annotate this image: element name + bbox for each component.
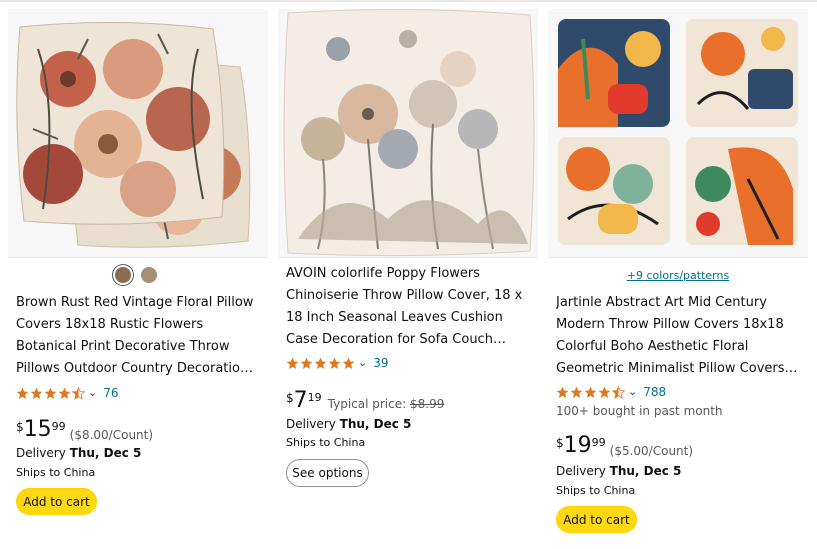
- pillow-abstract-image: [558, 19, 798, 245]
- star-full-icon: [584, 386, 597, 398]
- ships-to: Ships to China: [556, 484, 636, 497]
- bought-past-month: 100+ bought in past month: [556, 404, 723, 418]
- star-rating[interactable]: ⌄ 788: [556, 384, 666, 400]
- star-full-icon: [44, 387, 57, 399]
- price[interactable]: $ 15 99 ($8.00/Count): [16, 417, 154, 443]
- unit-price: ($5.00/Count): [609, 444, 694, 458]
- product-card-1: Brown Rust Red Vintage Floral Pillow Cov…: [8, 9, 268, 549]
- title-line: Brown Rust Red Vintage Floral Pillow: [16, 295, 254, 310]
- see-options-button[interactable]: See options: [286, 459, 369, 487]
- typical-price: Typical price: $8.99: [328, 397, 445, 411]
- more-colors-link[interactable]: +9 colors/patterns: [548, 269, 808, 282]
- star-full-icon: [570, 386, 583, 398]
- star-full-icon: [58, 387, 71, 399]
- price-whole: 15: [23, 417, 52, 442]
- color-swatch-selected[interactable]: [115, 267, 131, 283]
- title-line: Case Decoration for Sofa Couch…: [286, 332, 506, 347]
- add-to-cart-button[interactable]: Add to cart: [16, 488, 97, 515]
- unit-price: ($8.00/Count): [69, 428, 154, 442]
- product-card-2: AVOIN colorlife Poppy Flowers Chinoiseri…: [278, 9, 538, 549]
- title-line: Chinoiserie Throw Pillow Cover, 18 x: [286, 288, 523, 303]
- price-fraction: 99: [591, 436, 606, 449]
- star-full-icon: [286, 357, 299, 369]
- color-swatch[interactable]: [141, 267, 157, 283]
- title-line: Modern Throw Pillow Covers 18x18: [556, 317, 784, 332]
- product-title[interactable]: AVOIN colorlife Poppy Flowers Chinoiseri…: [286, 263, 533, 351]
- delivery-label: Delivery: [16, 446, 66, 460]
- delivery-label: Delivery: [286, 417, 336, 431]
- product-title[interactable]: Brown Rust Red Vintage Floral Pillow Cov…: [16, 292, 263, 380]
- price-symbol: $: [556, 436, 564, 450]
- product-card-3: +9 colors/patterns Jartinle Abstract Art…: [548, 9, 808, 549]
- add-to-cart-button[interactable]: Add to cart: [556, 506, 637, 533]
- star-full-icon: [300, 357, 313, 369]
- star-rating[interactable]: ⌄ 76: [16, 385, 119, 401]
- product-title[interactable]: Jartinle Abstract Art Mid Century Modern…: [556, 292, 803, 380]
- price-symbol: $: [286, 391, 294, 405]
- card-divider: [8, 257, 268, 258]
- ships-to: Ships to China: [16, 466, 96, 479]
- star-half-icon: [612, 385, 625, 399]
- price-fraction: 19: [307, 391, 322, 404]
- delivery-date: Thu, Dec 5: [69, 446, 142, 460]
- star-full-icon: [328, 357, 341, 369]
- typical-price-value: $8.99: [410, 397, 445, 411]
- delivery-date: Thu, Dec 5: [609, 464, 682, 478]
- chevron-down-icon: ⌄: [628, 384, 638, 398]
- card-divider: [548, 257, 808, 258]
- star-full-icon: [314, 357, 327, 369]
- star-full-icon: [16, 387, 29, 399]
- rating-count-link[interactable]: 39: [373, 356, 388, 370]
- title-line: Jartinle Abstract Art Mid Century: [556, 295, 767, 310]
- product-image[interactable]: [278, 9, 538, 257]
- star-rating[interactable]: ⌄ 39: [286, 355, 389, 371]
- title-line: Colorful Boho Aesthetic Floral: [556, 339, 749, 354]
- price[interactable]: $ 7 19 Typical price: $8.99: [286, 389, 444, 413]
- price-fraction: 99: [51, 420, 66, 433]
- delivery-label: Delivery: [556, 464, 606, 478]
- title-line: 18 Inch Seasonal Leaves Cushion: [286, 310, 503, 325]
- title-line: AVOIN colorlife Poppy Flowers: [286, 266, 481, 281]
- pillow-floral-image: [16, 21, 251, 248]
- product-image[interactable]: [548, 9, 808, 257]
- title-line: Covers 18x18 Rustic Flowers: [16, 317, 204, 332]
- delivery-info: Delivery Thu, Dec 5: [556, 464, 681, 478]
- star-full-icon: [598, 386, 611, 398]
- delivery-date: Thu, Dec 5: [339, 417, 412, 431]
- typical-price-label: Typical price:: [327, 397, 407, 411]
- delivery-info: Delivery Thu, Dec 5: [16, 446, 141, 460]
- delivery-info: Delivery Thu, Dec 5: [286, 417, 411, 431]
- pillow-poppy-image: [283, 9, 535, 257]
- price-symbol: $: [16, 420, 24, 434]
- rating-count-link[interactable]: 788: [643, 385, 666, 399]
- title-line: Pillows Outdoor Country Decoratio…: [16, 361, 253, 376]
- price-whole: 19: [563, 433, 592, 458]
- title-line: Geometric Minimalist Pillow Covers…: [556, 361, 798, 376]
- chevron-down-icon: ⌄: [358, 355, 368, 369]
- card-divider: [278, 257, 538, 258]
- ships-to: Ships to China: [286, 436, 366, 449]
- product-image[interactable]: [8, 9, 268, 257]
- star-full-icon: [30, 387, 43, 399]
- price-whole: 7: [293, 388, 308, 413]
- star-full-icon: [556, 386, 569, 398]
- top-divider: [0, 0, 817, 2]
- price[interactable]: $ 19 99 ($5.00/Count): [556, 433, 694, 459]
- star-full-icon: [342, 357, 355, 369]
- star-half-icon: [72, 386, 85, 400]
- chevron-down-icon: ⌄: [88, 385, 98, 399]
- rating-count-link[interactable]: 76: [103, 386, 118, 400]
- title-line: Botanical Print Decorative Throw: [16, 339, 230, 354]
